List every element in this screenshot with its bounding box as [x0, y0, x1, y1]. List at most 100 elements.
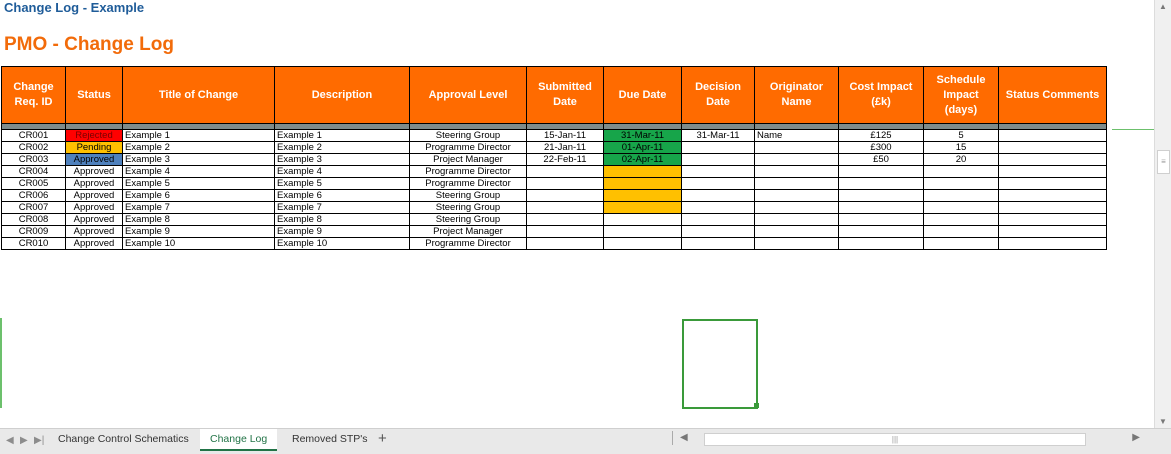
cell-originator[interactable] — [754, 237, 839, 250]
cell-originator[interactable] — [754, 165, 839, 178]
worksheet-area[interactable]: Change Log - Example PMO - Change Log Ch… — [0, 0, 1155, 428]
cell-schedule-impact[interactable] — [923, 237, 999, 250]
cell-title[interactable]: Example 1 — [122, 129, 275, 142]
cell-description[interactable]: Example 5 — [274, 177, 410, 190]
cell-approval-level[interactable]: Project Manager — [409, 153, 527, 166]
cell-schedule-impact[interactable] — [923, 189, 999, 202]
cell-approval-level[interactable]: Project Manager — [409, 225, 527, 238]
cell-status[interactable]: Approved — [65, 189, 123, 202]
cell-schedule-impact[interactable] — [923, 213, 999, 226]
horizontal-scroll-thumb[interactable]: ||| — [704, 433, 1086, 446]
tab-scroll-divider[interactable] — [672, 431, 673, 445]
cell-approval-level[interactable]: Steering Group — [409, 201, 527, 214]
cell-change-id[interactable]: CR002 — [1, 141, 66, 154]
cell-originator[interactable] — [754, 177, 839, 190]
cell-description[interactable]: Example 10 — [274, 237, 410, 250]
cell-title[interactable]: Example 8 — [122, 213, 275, 226]
cell-cost-impact[interactable]: £300 — [838, 141, 924, 154]
col-header-due-date[interactable]: Due Date — [603, 66, 682, 124]
cell-status[interactable]: Approved — [65, 237, 123, 250]
cell-change-id[interactable]: CR009 — [1, 225, 66, 238]
caret-right-icon[interactable]: ▶ — [20, 435, 28, 446]
cell-title[interactable]: Example 6 — [122, 189, 275, 202]
cell-cost-impact[interactable]: £50 — [838, 153, 924, 166]
cell-change-id[interactable]: CR005 — [1, 177, 66, 190]
cell-status-comments[interactable] — [998, 141, 1107, 154]
cell-cost-impact[interactable]: £125 — [838, 129, 924, 142]
cell-approval-level[interactable]: Programme Director — [409, 141, 527, 154]
cell-status[interactable]: Approved — [65, 213, 123, 226]
cell-status[interactable]: Rejected — [65, 129, 123, 142]
scroll-left-arrow-icon[interactable]: ◀ — [680, 432, 688, 443]
cell-originator[interactable] — [754, 225, 839, 238]
cell-originator[interactable] — [754, 213, 839, 226]
scroll-up-arrow-icon[interactable]: ▲ — [1159, 2, 1167, 11]
scroll-right-arrow-icon[interactable]: ▶ — [1132, 432, 1140, 443]
cell-title[interactable]: Example 3 — [122, 153, 275, 166]
cell-schedule-impact[interactable]: 20 — [923, 153, 999, 166]
horizontal-scrollbar[interactable]: ◀ ||| ▶ — [680, 432, 1140, 446]
cell-status-comments[interactable] — [998, 153, 1107, 166]
cell-description[interactable]: Example 6 — [274, 189, 410, 202]
cell-status-comments[interactable] — [998, 165, 1107, 178]
cell-change-id[interactable]: CR010 — [1, 237, 66, 250]
cell-description[interactable]: Example 1 — [274, 129, 410, 142]
cell-submitted-date[interactable] — [526, 201, 604, 214]
caret-left-icon[interactable]: ◀ — [6, 435, 14, 446]
cell-status[interactable]: Approved — [65, 165, 123, 178]
cell-due-date[interactable]: 02-Apr-11 — [603, 153, 682, 166]
cell-schedule-impact[interactable] — [923, 225, 999, 238]
vertical-scroll-thumb[interactable]: ≡ — [1157, 150, 1170, 174]
cell-decision-date[interactable] — [681, 141, 755, 154]
cell-approval-level[interactable]: Steering Group — [409, 189, 527, 202]
cell-title[interactable]: Example 7 — [122, 201, 275, 214]
cell-due-date[interactable] — [603, 213, 682, 226]
cell-approval-level[interactable]: Programme Director — [409, 165, 527, 178]
cell-originator[interactable] — [754, 153, 839, 166]
col-header-change-id[interactable]: Change Req. ID — [1, 66, 66, 124]
cell-change-id[interactable]: CR006 — [1, 189, 66, 202]
cell-schedule-impact[interactable] — [923, 165, 999, 178]
cell-due-date[interactable] — [603, 177, 682, 190]
scroll-tabs-end-icon[interactable]: ▶| — [34, 435, 44, 446]
cell-due-date[interactable]: 01-Apr-11 — [603, 141, 682, 154]
sheet-tab-removed-stps[interactable]: Removed STP's — [282, 429, 378, 449]
cell-submitted-date[interactable] — [526, 165, 604, 178]
cell-status-comments[interactable] — [998, 213, 1107, 226]
fill-handle[interactable] — [754, 403, 759, 408]
cell-approval-level[interactable]: Steering Group — [409, 129, 527, 142]
cell-approval-level[interactable]: Programme Director — [409, 177, 527, 190]
plus-icon[interactable]: + — [378, 430, 387, 447]
col-header-decision-date[interactable]: Decision Date — [681, 66, 755, 124]
cell-change-id[interactable]: CR001 — [1, 129, 66, 142]
cell-status-comments[interactable] — [998, 201, 1107, 214]
cell-title[interactable]: Example 10 — [122, 237, 275, 250]
cell-description[interactable]: Example 3 — [274, 153, 410, 166]
cell-submitted-date[interactable] — [526, 225, 604, 238]
cell-originator[interactable] — [754, 201, 839, 214]
sheet-tab-change-control-schematics[interactable]: Change Control Schematics — [48, 429, 199, 449]
col-header-title[interactable]: Title of Change — [122, 66, 275, 124]
cell-description[interactable]: Example 8 — [274, 213, 410, 226]
cell-cost-impact[interactable] — [838, 177, 924, 190]
cell-originator[interactable] — [754, 141, 839, 154]
cell-status[interactable]: Approved — [65, 153, 123, 166]
cell-change-id[interactable]: CR007 — [1, 201, 66, 214]
cell-approval-level[interactable]: Steering Group — [409, 213, 527, 226]
cell-cost-impact[interactable] — [838, 237, 924, 250]
cell-schedule-impact[interactable]: 15 — [923, 141, 999, 154]
cell-status[interactable]: Pending — [65, 141, 123, 154]
cell-description[interactable]: Example 2 — [274, 141, 410, 154]
cell-due-date[interactable] — [603, 237, 682, 250]
cell-change-id[interactable]: CR003 — [1, 153, 66, 166]
cell-title[interactable]: Example 5 — [122, 177, 275, 190]
cell-submitted-date[interactable] — [526, 177, 604, 190]
cell-description[interactable]: Example 4 — [274, 165, 410, 178]
cell-decision-date[interactable] — [681, 177, 755, 190]
cell-schedule-impact[interactable] — [923, 177, 999, 190]
col-header-submitted-date[interactable]: Submitted Date — [526, 66, 604, 124]
cell-decision-date[interactable] — [681, 213, 755, 226]
col-header-status[interactable]: Status — [65, 66, 123, 124]
cell-status[interactable]: Approved — [65, 201, 123, 214]
cell-status-comments[interactable] — [998, 189, 1107, 202]
